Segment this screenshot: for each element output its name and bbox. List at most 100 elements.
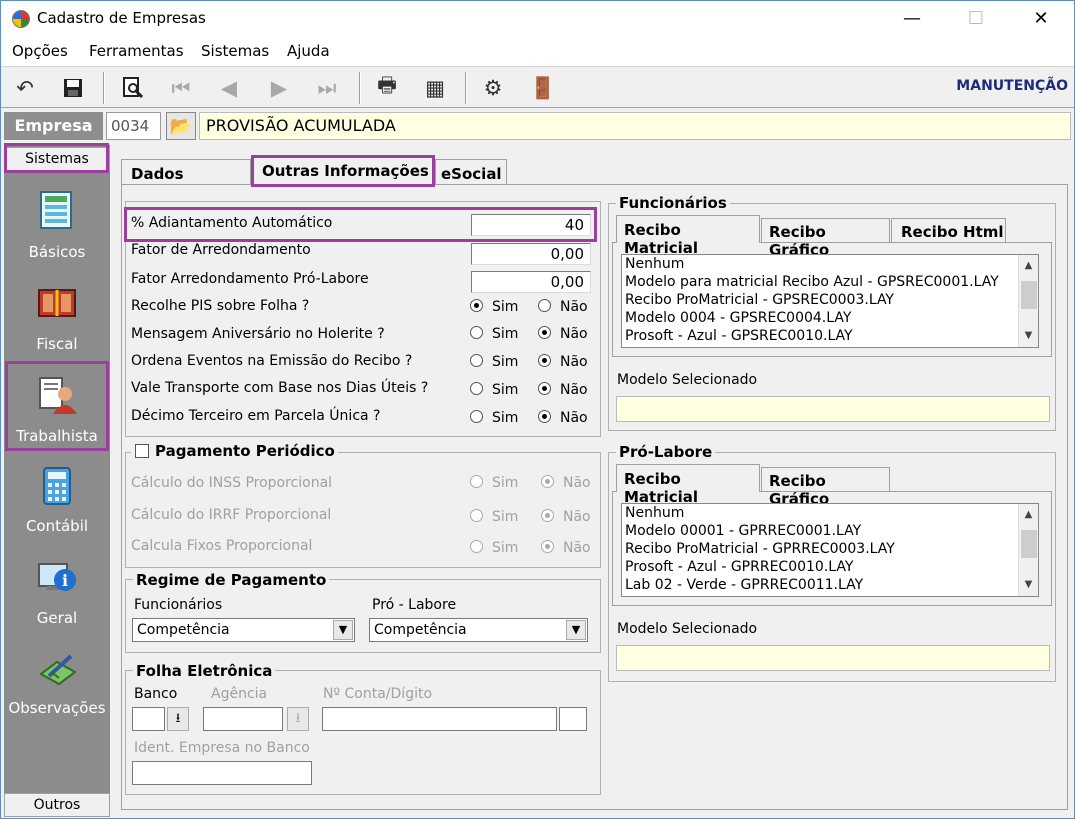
list-item[interactable]: Modelo 0004 - GPSREC0004.LAY: [622, 309, 1038, 327]
scroll-up-icon[interactable]: ▲: [1019, 506, 1038, 524]
regime-prolabore-label: Pró - Labore: [372, 597, 457, 613]
sidebar-header-sistemas[interactable]: Sistemas: [4, 147, 110, 171]
tab-esocial[interactable]: eSocial: [435, 159, 507, 185]
regime-funcionarios-select[interactable]: Competência ▼: [132, 618, 355, 642]
last-record-icon[interactable]: ⏭: [313, 74, 341, 102]
scroll-thumb[interactable]: [1021, 530, 1037, 558]
pl-list-scrollbar[interactable]: ▲ ▼: [1018, 504, 1038, 596]
maximize-button[interactable]: ☐: [953, 4, 999, 34]
radio-sim-label: Sim: [492, 382, 519, 398]
radio-sim[interactable]: [470, 410, 483, 423]
menu-ajuda[interactable]: Ajuda: [287, 42, 330, 60]
list-item[interactable]: Lab 02 - Verde - GPRREC0011.LAY: [622, 576, 1038, 594]
radio-sim-label: Sim: [492, 299, 519, 315]
list-item[interactable]: Prosoft - Azul - GPSREC0010.LAY: [622, 327, 1038, 345]
agencia-field[interactable]: [203, 707, 283, 731]
ident-empresa-field[interactable]: [132, 761, 312, 785]
chevron-down-icon[interactable]: ▼: [333, 620, 353, 640]
sidebar-item-geral[interactable]: i Geral: [4, 551, 110, 637]
digito-field[interactable]: [559, 707, 587, 731]
list-item[interactable]: Recibo ProMatricial - GPRREC0003.LAY: [622, 540, 1038, 558]
next-record-icon[interactable]: ▶: [265, 74, 293, 102]
periodico-row-label: Calcula Fixos Proporcional: [131, 538, 313, 554]
func-recibo-list[interactable]: Nenhum Modelo para matricial Recibo Azul…: [621, 254, 1039, 348]
scroll-down-icon[interactable]: ▼: [1019, 576, 1038, 594]
conta-field[interactable]: [322, 707, 557, 731]
undo-icon[interactable]: ↶: [11, 74, 39, 102]
preview-icon[interactable]: [119, 74, 147, 102]
radio-nao[interactable]: [538, 326, 551, 339]
sidebar-item-trabalhista[interactable]: Trabalhista: [4, 367, 110, 453]
sidebar-item-basicos[interactable]: Básicos: [4, 183, 110, 269]
list-item[interactable]: Modelo para matricial Recibo Azul - GPSR…: [622, 273, 1038, 291]
sidebar-item-fiscal[interactable]: Fiscal: [4, 275, 110, 361]
radio-sim[interactable]: [470, 475, 483, 488]
radio-nao-label: Não: [560, 326, 588, 342]
tab-func-recibo-matricial[interactable]: Recibo Matricial: [616, 215, 760, 257]
menu-sistemas[interactable]: Sistemas: [201, 42, 269, 60]
open-folder-icon[interactable]: 📂: [166, 112, 196, 140]
tab-pl-recibo-matricial[interactable]: Recibo Matricial: [616, 464, 760, 506]
close-button[interactable]: ✕: [1018, 4, 1064, 34]
tab-dados-basicos[interactable]: Dados Básicos: [121, 159, 251, 201]
list-item[interactable]: Recibo ProMatricial - GPSREC0003.LAY: [622, 291, 1038, 309]
first-record-icon[interactable]: ⏮: [167, 74, 195, 102]
ident-empresa-label: Ident. Empresa no Banco: [134, 740, 310, 756]
radio-row-label: Vale Transporte com Base nos Dias Úteis …: [131, 380, 429, 396]
menu-ferramentas[interactable]: Ferramentas: [89, 42, 184, 60]
radio-sim[interactable]: [470, 326, 483, 339]
app-window: Cadastro de Empresas — ☐ ✕ Opções Ferram…: [0, 0, 1075, 819]
tab-outras-informacoes[interactable]: Outras Informações: [251, 156, 435, 186]
sidebar-item-contabil[interactable]: Contábil: [4, 459, 110, 545]
radio-nao[interactable]: [541, 540, 554, 553]
fator-arredondamento-field[interactable]: 0,00: [471, 243, 591, 265]
scroll-up-icon[interactable]: ▲: [1019, 257, 1038, 275]
list-item[interactable]: Prosoft - Azul - GPRREC0010.LAY: [622, 558, 1038, 576]
print-icon[interactable]: 🖶: [373, 73, 401, 102]
previous-record-icon[interactable]: ◀: [215, 74, 243, 102]
radio-sim[interactable]: [470, 540, 483, 553]
settings-document-icon[interactable]: ⚙: [479, 74, 507, 102]
scroll-down-icon[interactable]: ▼: [1019, 327, 1038, 345]
menu-opcoes[interactable]: Opções: [12, 42, 68, 60]
radio-sim[interactable]: [470, 354, 483, 367]
sidebar-footer-outros[interactable]: Outros: [4, 793, 110, 817]
tab-func-recibo-html[interactable]: Recibo Html: [891, 218, 1006, 243]
radio-nao[interactable]: [538, 382, 551, 395]
radio-nao[interactable]: [538, 299, 551, 312]
radio-nao[interactable]: [538, 410, 551, 423]
pl-recibo-list[interactable]: Nenhum Modelo 00001 - GPRREC0001.LAY Rec…: [621, 503, 1039, 597]
general-options-group: [125, 201, 601, 437]
radio-nao[interactable]: [541, 475, 554, 488]
list-item[interactable]: Modelo 00001 - GPRREC0001.LAY: [622, 522, 1038, 540]
radio-sim[interactable]: [470, 299, 483, 312]
regime-prolabore-select[interactable]: Competência ▼: [369, 618, 588, 642]
list-item[interactable]: Nenhum: [622, 504, 1038, 522]
minimize-button[interactable]: —: [889, 4, 935, 34]
banco-field[interactable]: [132, 707, 165, 731]
list-item[interactable]: Nenhum: [622, 255, 1038, 273]
radio-sim[interactable]: [470, 509, 483, 522]
radio-nao[interactable]: [538, 354, 551, 367]
regime-funcionarios-value: Competência: [137, 622, 230, 638]
func-list-scrollbar[interactable]: ▲ ▼: [1018, 255, 1038, 347]
radio-nao[interactable]: [541, 509, 554, 522]
tab-label: eSocial: [441, 165, 502, 183]
calculator-print-icon[interactable]: ▦: [421, 74, 449, 102]
agencia-lookup-icon[interactable]: ⭳: [287, 707, 309, 731]
pagamento-periodico-checkbox[interactable]: [135, 444, 149, 458]
scroll-thumb[interactable]: [1021, 281, 1037, 309]
save-icon[interactable]: [59, 74, 87, 102]
tab-pl-recibo-grafico[interactable]: Recibo Gráfico: [761, 467, 890, 508]
company-code-field[interactable]: 0034: [106, 112, 161, 140]
chevron-down-icon[interactable]: ▼: [566, 620, 586, 640]
fator-prolabore-field[interactable]: 0,00: [471, 271, 591, 293]
radio-sim[interactable]: [470, 382, 483, 395]
tab-func-recibo-grafico[interactable]: Recibo Gráfico: [761, 218, 890, 259]
exit-door-icon[interactable]: 🚪: [529, 74, 557, 102]
banco-lookup-icon[interactable]: ⭳: [167, 707, 189, 731]
radio-row-label: Mensagem Aniversário no Holerite ?: [131, 326, 385, 342]
adiantamento-field[interactable]: 40: [471, 214, 591, 236]
sidebar-item-observacoes[interactable]: Observações: [4, 643, 110, 729]
radio-row-label: Ordena Eventos na Emissão do Recibo ?: [131, 353, 413, 369]
